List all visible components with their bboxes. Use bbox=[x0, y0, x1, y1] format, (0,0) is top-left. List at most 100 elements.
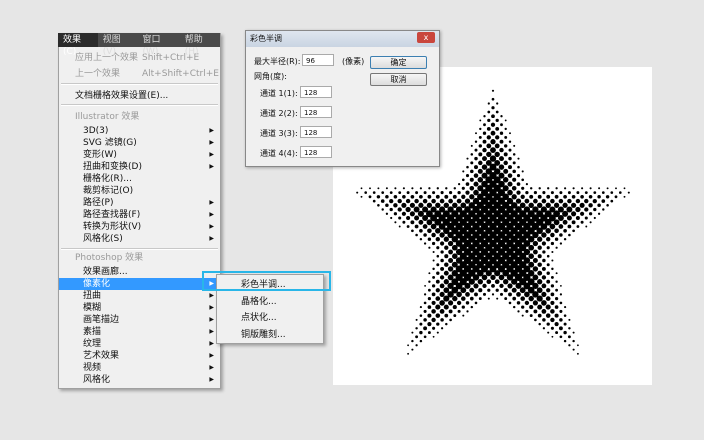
halftone-dot bbox=[439, 198, 445, 204]
menu-item[interactable]: 艺术效果 ▶ bbox=[59, 350, 220, 362]
halftone-dot bbox=[432, 259, 435, 262]
halftone-dot bbox=[390, 216, 393, 220]
menu-item-label: 风格化 bbox=[83, 375, 111, 385]
halftone-dot bbox=[457, 190, 461, 195]
menu-item[interactable]: 素描 ▶ bbox=[59, 326, 220, 338]
halftone-dot bbox=[555, 272, 558, 275]
halftone-dot bbox=[410, 220, 415, 225]
menu-item[interactable]: 3D(3) ▶ bbox=[59, 125, 220, 137]
halftone-dot bbox=[559, 293, 563, 296]
halftone-dot bbox=[605, 195, 610, 199]
halftone-dot bbox=[495, 110, 499, 114]
halftone-dot bbox=[452, 202, 458, 209]
channel-input[interactable]: 128 bbox=[300, 86, 332, 98]
submenu-item[interactable]: 点状化... bbox=[241, 312, 277, 324]
submenu-arrow-icon: ▶ bbox=[209, 163, 214, 170]
halftone-dot bbox=[486, 127, 491, 131]
menu-item[interactable]: 栅格化(R)... bbox=[59, 173, 220, 185]
halftone-dot bbox=[423, 335, 427, 339]
halftone-dot bbox=[448, 198, 453, 204]
menu-item[interactable]: 风格化 ▶ bbox=[59, 374, 220, 386]
halftone-dot bbox=[432, 191, 436, 195]
menu-item[interactable]: 扭曲 ▶ bbox=[59, 290, 220, 302]
halftone-dot bbox=[398, 216, 402, 220]
menu-item[interactable]: 变形(W) ▶ bbox=[59, 149, 220, 161]
channel-input[interactable]: 128 bbox=[300, 146, 332, 158]
close-button[interactable]: x bbox=[417, 32, 435, 43]
halftone-dot bbox=[447, 266, 454, 272]
menu-item-label: 风格化(S) bbox=[83, 234, 123, 244]
menu-item[interactable]: 风格化(S) ▶ bbox=[59, 233, 220, 245]
halftone-dot bbox=[502, 177, 509, 183]
halftone-dot bbox=[550, 300, 555, 305]
halftone-dot bbox=[550, 275, 554, 279]
halftone-dot bbox=[369, 187, 371, 190]
halftone-dot bbox=[436, 331, 439, 334]
halftone-dot bbox=[524, 291, 530, 298]
halftone-dot bbox=[414, 215, 420, 221]
menu-item[interactable]: 路径查找器(F) ▶ bbox=[59, 209, 220, 221]
submenu-item[interactable]: 晶格化... bbox=[241, 296, 277, 308]
halftone-dot bbox=[418, 202, 424, 208]
menu-item[interactable]: 路径(P) ▶ bbox=[59, 197, 220, 209]
halftone-dot bbox=[466, 310, 469, 313]
halftone-dot bbox=[593, 216, 596, 220]
halftone-dot bbox=[435, 202, 441, 208]
halftone-dot bbox=[432, 250, 435, 254]
menu-item-document-raster[interactable]: 文档栅格效果设置(E)... bbox=[59, 90, 220, 102]
max-radius-input[interactable]: 96 bbox=[302, 54, 334, 66]
halftone-dot bbox=[525, 309, 529, 313]
halftone-dot bbox=[431, 241, 436, 246]
halftone-dot bbox=[477, 177, 484, 183]
menubar-item[interactable]: 效果(C) bbox=[58, 33, 98, 57]
halftone-dot bbox=[545, 228, 551, 234]
halftone-dot bbox=[554, 237, 559, 241]
halftone-dot bbox=[385, 203, 389, 208]
menu-item-label: Photoshop 效果 bbox=[75, 253, 144, 263]
halftone-dot bbox=[550, 191, 554, 195]
halftone-dot bbox=[507, 173, 513, 178]
halftone-dot bbox=[545, 313, 551, 318]
menu-item[interactable]: 扭曲和变换(D) ▶ bbox=[59, 161, 220, 173]
halftone-dot bbox=[520, 296, 525, 301]
channel-input[interactable]: 128 bbox=[300, 106, 332, 118]
ok-button[interactable]: 确定 bbox=[370, 56, 427, 69]
cancel-button[interactable]: 取消 bbox=[370, 73, 427, 86]
channel-input[interactable]: 128 bbox=[300, 126, 332, 138]
halftone-dot bbox=[558, 326, 563, 331]
halftone-dot bbox=[486, 135, 491, 140]
menu-item[interactable]: 像素化 ▶ bbox=[59, 278, 220, 290]
menu-item-label: 视频 bbox=[83, 363, 102, 373]
halftone-dot bbox=[428, 272, 431, 275]
menubar-item[interactable]: 视图(V) bbox=[98, 33, 138, 57]
halftone-dot bbox=[465, 301, 470, 305]
halftone-dot bbox=[440, 241, 445, 246]
menu-item[interactable]: 效果画廊... bbox=[59, 266, 220, 278]
menu-item[interactable]: 画笔描边 ▶ bbox=[59, 314, 220, 326]
submenu-item[interactable]: 铜版雕刻... bbox=[241, 329, 286, 341]
menubar-item[interactable]: 帮助(H) bbox=[180, 33, 220, 57]
submenu-arrow-icon: ▶ bbox=[209, 304, 214, 311]
menu-item[interactable]: 纹理 ▶ bbox=[59, 338, 220, 350]
menu-item[interactable]: 模糊 ▶ bbox=[59, 302, 220, 314]
menu-item[interactable]: 转换为形状(V) ▶ bbox=[59, 221, 220, 233]
menu-item[interactable]: 视频 ▶ bbox=[59, 362, 220, 374]
menu-item[interactable]: SVG 滤镜(G) ▶ bbox=[59, 137, 220, 149]
halftone-dot bbox=[465, 174, 470, 178]
halftone-dot bbox=[465, 190, 470, 195]
halftone-dot bbox=[448, 258, 454, 263]
menu-separator bbox=[61, 83, 218, 85]
color-halftone-dialog: 彩色半调 x 最大半径(R): 96 (像素) 网角(度): 确定 取消 通道 … bbox=[245, 30, 440, 167]
submenu-arrow-icon: ▶ bbox=[209, 223, 214, 230]
halftone-dot bbox=[436, 322, 440, 326]
halftone-dot bbox=[356, 191, 359, 194]
halftone-dot bbox=[439, 309, 445, 314]
halftone-dot bbox=[546, 246, 550, 250]
menubar-item[interactable]: 窗口(W) bbox=[137, 33, 179, 57]
halftone-dot bbox=[448, 309, 453, 314]
menu-item[interactable]: 裁剪标记(O) bbox=[59, 185, 220, 197]
halftone-dot bbox=[601, 199, 606, 203]
menu-item-label: 文档栅格效果设置(E)... bbox=[75, 91, 169, 101]
halftone-dot bbox=[499, 139, 504, 144]
halftone-dot bbox=[550, 284, 555, 288]
